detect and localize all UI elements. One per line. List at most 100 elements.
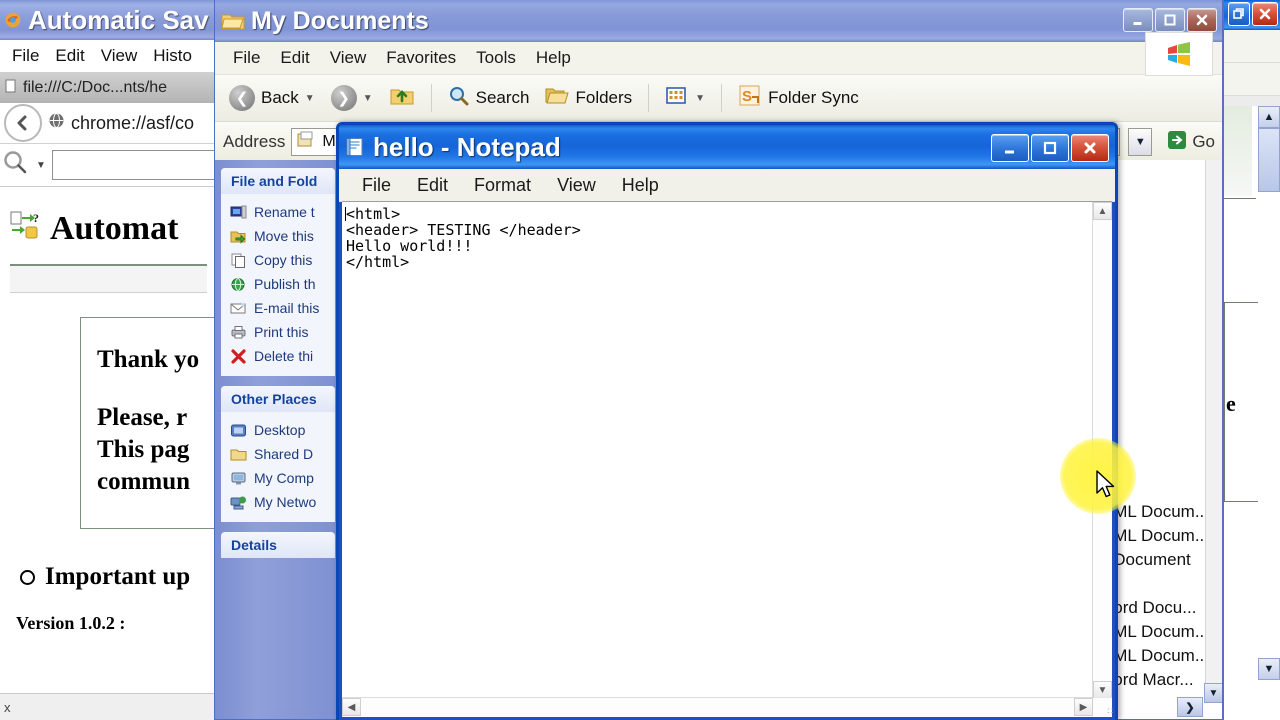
firefox-menu-history[interactable]: Histo <box>145 46 200 66</box>
content-letter: e <box>1226 391 1236 416</box>
chevron-down-icon[interactable]: ▼ <box>305 93 315 104</box>
back-button[interactable]: ❮ Back ▼ <box>223 83 321 113</box>
close-button[interactable] <box>1187 8 1217 32</box>
scroll-right-button[interactable]: ❯ <box>1177 697 1203 717</box>
sidebar-item-copy[interactable]: Copy this <box>221 248 335 272</box>
folders-button[interactable]: Folders <box>539 83 638 114</box>
notepad-text-area[interactable]: <html> <header> TESTING </header> Hello … <box>342 201 1113 717</box>
explorer-toolbar[interactable]: ❮ Back ▼ ❯ ▼ Search Folders ▼ S Folder S… <box>215 75 1223 122</box>
list-item[interactable]: ML Docum... <box>1113 500 1209 524</box>
firefox-menu-view[interactable]: View <box>93 46 146 66</box>
background-titlebar[interactable] <box>1224 0 1280 30</box>
scroll-thumb[interactable] <box>1258 128 1280 192</box>
list-item[interactable]: ML Docum... <box>1113 524 1209 548</box>
firefox-tab[interactable]: file:///C:/Doc...nts/he <box>0 73 217 103</box>
chevron-down-icon[interactable]: ▼ <box>363 93 373 104</box>
scroll-down-button[interactable]: ▼ <box>1258 658 1280 680</box>
sidebar-item-label: Print this <box>254 324 309 340</box>
firefox-navbar[interactable]: chrome://asf/co <box>0 103 217 144</box>
notepad-caption-buttons[interactable] <box>991 134 1109 162</box>
address-dropdown-button[interactable]: ▼ <box>1128 128 1153 156</box>
views-button[interactable]: ▼ <box>659 84 711 113</box>
close-button[interactable] <box>1252 2 1278 26</box>
notepad-menu-file[interactable]: File <box>349 175 404 196</box>
explorer-menu-tools[interactable]: Tools <box>466 48 526 68</box>
sidebar-item-rename[interactable]: Rename t <box>221 200 335 224</box>
notepad-vertical-scrollbar[interactable]: ▲ ▼ <box>1092 202 1112 699</box>
sidebar-item-my-network-places[interactable]: My Netwo <box>221 490 335 514</box>
scroll-down-button[interactable]: ▼ <box>1204 683 1223 703</box>
explorer-caption-buttons[interactable] <box>1123 8 1217 32</box>
firefox-menubar[interactable]: File Edit View Histo <box>0 40 217 73</box>
notepad-window[interactable]: hello - Notepad File Edit Format View He… <box>336 122 1118 720</box>
search-button[interactable]: Search <box>442 83 536 114</box>
up-button[interactable] <box>383 82 421 115</box>
scroll-up-button[interactable]: ▲ <box>1258 106 1280 128</box>
background-caption-buttons[interactable] <box>1228 2 1278 26</box>
list-item[interactable]: ord Macr... <box>1113 668 1209 692</box>
firefox-window[interactable]: Automatic Sav File Edit View Histo file:… <box>0 0 218 720</box>
notepad-content[interactable]: <html> <header> TESTING </header> Hello … <box>346 206 1090 695</box>
panel-title[interactable]: Other Places <box>221 386 335 412</box>
sidebar-item-my-computer[interactable]: My Comp <box>221 466 335 490</box>
sidebar-item-move[interactable]: Move this <box>221 224 335 248</box>
background-menubar[interactable] <box>1224 30 1280 63</box>
explorer-menu-file[interactable]: File <box>223 48 270 68</box>
minimize-button[interactable] <box>991 134 1029 162</box>
forward-button[interactable]: ❯ ▼ <box>325 83 379 113</box>
explorer-menu-help[interactable]: Help <box>526 48 581 68</box>
explorer-menu-edit[interactable]: Edit <box>270 48 319 68</box>
back-button[interactable] <box>4 104 42 142</box>
address-bar[interactable]: chrome://asf/co <box>48 112 194 134</box>
background-browser-window[interactable]: e ▲ ▼ <box>1222 0 1280 720</box>
scroll-left-button[interactable]: ◀ <box>342 698 361 716</box>
notepad-titlebar[interactable]: hello - Notepad <box>339 125 1115 169</box>
sidebar-item-email[interactable]: E-mail this <box>221 296 335 320</box>
list-item[interactable]: Document <box>1113 548 1209 572</box>
list-item[interactable]: ML Docum... <box>1113 644 1209 668</box>
notepad-horizontal-scrollbar[interactable]: ◀ ▶ <box>342 697 1093 717</box>
notepad-menu-format[interactable]: Format <box>461 175 544 196</box>
chevron-down-icon[interactable]: ▼ <box>36 160 46 171</box>
sidebar-item-desktop[interactable]: Desktop <box>221 418 335 442</box>
scroll-down-button[interactable]: ▼ <box>1093 681 1112 699</box>
sidebar-item-print[interactable]: Print this <box>221 320 335 344</box>
notepad-menu-edit[interactable]: Edit <box>404 175 461 196</box>
scroll-right-button[interactable]: ▶ <box>1074 698 1093 716</box>
panel-title[interactable]: File and Fold <box>221 168 335 194</box>
background-toolbar-row[interactable] <box>1224 63 1280 96</box>
explorer-menu-favorites[interactable]: Favorites <box>376 48 466 68</box>
explorer-titlebar[interactable]: My Documents <box>215 0 1223 42</box>
panel-title[interactable]: Details <box>221 532 335 558</box>
sidebar-item-label: My Comp <box>254 470 314 486</box>
explorer-menubar[interactable]: File Edit View Favorites Tools Help <box>215 32 1223 76</box>
list-item[interactable]: ord Docu... <box>1113 596 1209 620</box>
sidebar-item-delete[interactable]: Delete thi <box>221 344 335 368</box>
scroll-up-button[interactable]: ▲ <box>1093 202 1112 220</box>
firefox-menu-edit[interactable]: Edit <box>47 46 92 66</box>
restore-button[interactable] <box>1228 2 1250 26</box>
maximize-button[interactable] <box>1155 8 1185 32</box>
go-button[interactable]: Go <box>1158 129 1223 156</box>
background-vertical-scrollbar[interactable]: ▲ ▼ <box>1258 106 1280 720</box>
search-input[interactable] <box>51 150 217 180</box>
firefox-menu-file[interactable]: File <box>4 46 47 66</box>
maximize-button[interactable] <box>1031 134 1069 162</box>
firefox-searchbar[interactable]: ▼ <box>0 144 217 187</box>
sidebar-item-shared-documents[interactable]: Shared D <box>221 442 335 466</box>
close-button[interactable] <box>1071 134 1109 162</box>
minimize-button[interactable] <box>1123 8 1153 32</box>
folder-sync-button[interactable]: S Folder Sync <box>732 82 865 115</box>
notepad-menu-view[interactable]: View <box>544 175 609 196</box>
notepad-menu-help[interactable]: Help <box>609 175 672 196</box>
search-icon[interactable] <box>2 149 30 182</box>
explorer-menu-view[interactable]: View <box>320 48 377 68</box>
notepad-menubar[interactable]: File Edit Format View Help <box>339 169 1115 202</box>
sidebar-item-publish[interactable]: Publish th <box>221 272 335 296</box>
chevron-down-icon[interactable]: ▼ <box>695 93 705 104</box>
resize-grip[interactable]: ∷ <box>1093 698 1113 717</box>
search-icon <box>448 85 470 112</box>
firefox-titlebar[interactable]: Automatic Sav <box>0 0 217 40</box>
list-item[interactable]: ML Docum... <box>1113 620 1209 644</box>
file-list-vertical-scrollbar[interactable] <box>1205 160 1223 701</box>
